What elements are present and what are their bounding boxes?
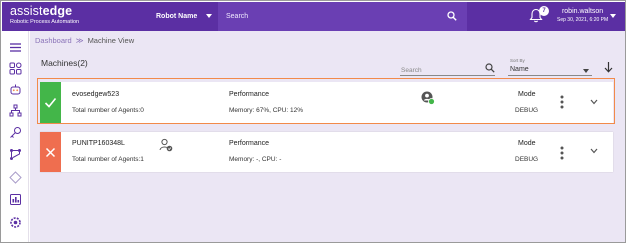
settings-icon[interactable]: [9, 216, 22, 229]
hierarchy-icon[interactable]: [9, 104, 22, 117]
robot-icon[interactable]: [9, 83, 22, 96]
machine-agent-count: Total number of Agents:0: [72, 107, 144, 114]
more-options-icon[interactable]: [559, 146, 565, 160]
user-menu-chevron-icon[interactable]: [610, 14, 616, 18]
mode-title: Mode: [518, 140, 536, 147]
global-search-placeholder: Search: [226, 13, 249, 20]
machine-card[interactable]: evosedgew523 Total number of Agents:0 Pe…: [40, 82, 613, 123]
logo[interactable]: assistedge Robotic Process Automation: [10, 5, 79, 26]
machine-search-input[interactable]: Search: [400, 62, 495, 76]
dashboard-grid-icon[interactable]: [9, 62, 22, 75]
more-options-icon[interactable]: [559, 95, 565, 109]
checkmark-icon: [44, 97, 57, 108]
logo-subtitle: Robotic Process Automation: [10, 19, 80, 25]
performance-value: Memory: -, CPU: -: [229, 156, 282, 163]
machine-card[interactable]: PUNITP160348L Total number of Agents:1 P…: [40, 132, 613, 172]
breadcrumb-current: Machine View: [87, 36, 135, 45]
machine-name: evosedgew523: [72, 91, 120, 98]
performance-value: Memory: 67%, CPU: 12%: [229, 107, 304, 114]
sort-by-caption: Sort By: [510, 58, 525, 63]
agent-online-icon[interactable]: [421, 91, 435, 105]
workflow-icon[interactable]: [9, 148, 22, 161]
user-name: robin.waltson: [561, 8, 604, 15]
sort-by-value: Name: [510, 66, 529, 73]
user-menu[interactable]: robin.waltson Sep 30, 2021, 6:20 PM: [557, 7, 608, 24]
machine-search-placeholder: Search: [401, 67, 422, 74]
mode-title: Mode: [518, 91, 536, 98]
diamond-icon[interactable]: [9, 171, 22, 184]
main-content: Dashboard ≫ Machine View Machines(2) Searc…: [30, 31, 625, 242]
robot-name-dropdown[interactable]: Robot Name: [143, 2, 217, 31]
search-icon[interactable]: [447, 11, 457, 21]
breadcrumb-dashboard-link[interactable]: Dashboard: [35, 36, 72, 45]
chevron-down-icon: [206, 14, 212, 18]
machine-agent-count: Total number of Agents:1: [72, 156, 144, 163]
logo-text-bold: edge: [42, 4, 73, 18]
status-indicator-error: [40, 132, 61, 172]
sort-by-select[interactable]: Sort By Name: [508, 58, 592, 76]
search-icon[interactable]: [485, 63, 495, 73]
hamburger-menu-icon[interactable]: [9, 41, 22, 54]
robot-name-label: Robot Name: [156, 13, 198, 20]
mode-value: DEBUG: [515, 107, 539, 114]
top-bar: assistedge Robotic Process Automation Ro…: [2, 2, 625, 31]
expand-chevron-icon[interactable]: [590, 99, 598, 105]
global-search-input[interactable]: Search: [218, 2, 467, 31]
close-icon: [45, 147, 56, 157]
agent-user-icon[interactable]: [159, 138, 173, 152]
app-window: assistedge Robotic Process Automation Ro…: [0, 0, 626, 243]
status-indicator-ok: [40, 82, 61, 123]
expand-chevron-icon[interactable]: [590, 148, 598, 154]
chevron-down-icon: [583, 69, 589, 73]
logo-text: assistedge: [10, 5, 79, 18]
report-icon[interactable]: [9, 193, 22, 206]
mode-value: DEBUG: [515, 156, 539, 163]
breadcrumb: Dashboard ≫ Machine View: [35, 36, 134, 45]
notification-badge[interactable]: 7: [539, 6, 549, 16]
sort-direction-arrow-icon[interactable]: [604, 61, 613, 73]
logo-text-thin: assist: [10, 4, 43, 18]
user-date: Sep 30, 2021, 6:20 PM: [557, 17, 609, 23]
machines-title: Machines(2): [41, 58, 88, 68]
breadcrumb-separator: ≫: [75, 36, 84, 45]
machine-name: PUNITP160348L: [72, 140, 125, 147]
performance-title: Performance: [229, 140, 270, 147]
performance-title: Performance: [229, 91, 270, 98]
key-icon[interactable]: [9, 126, 22, 139]
sidebar: [2, 31, 29, 242]
